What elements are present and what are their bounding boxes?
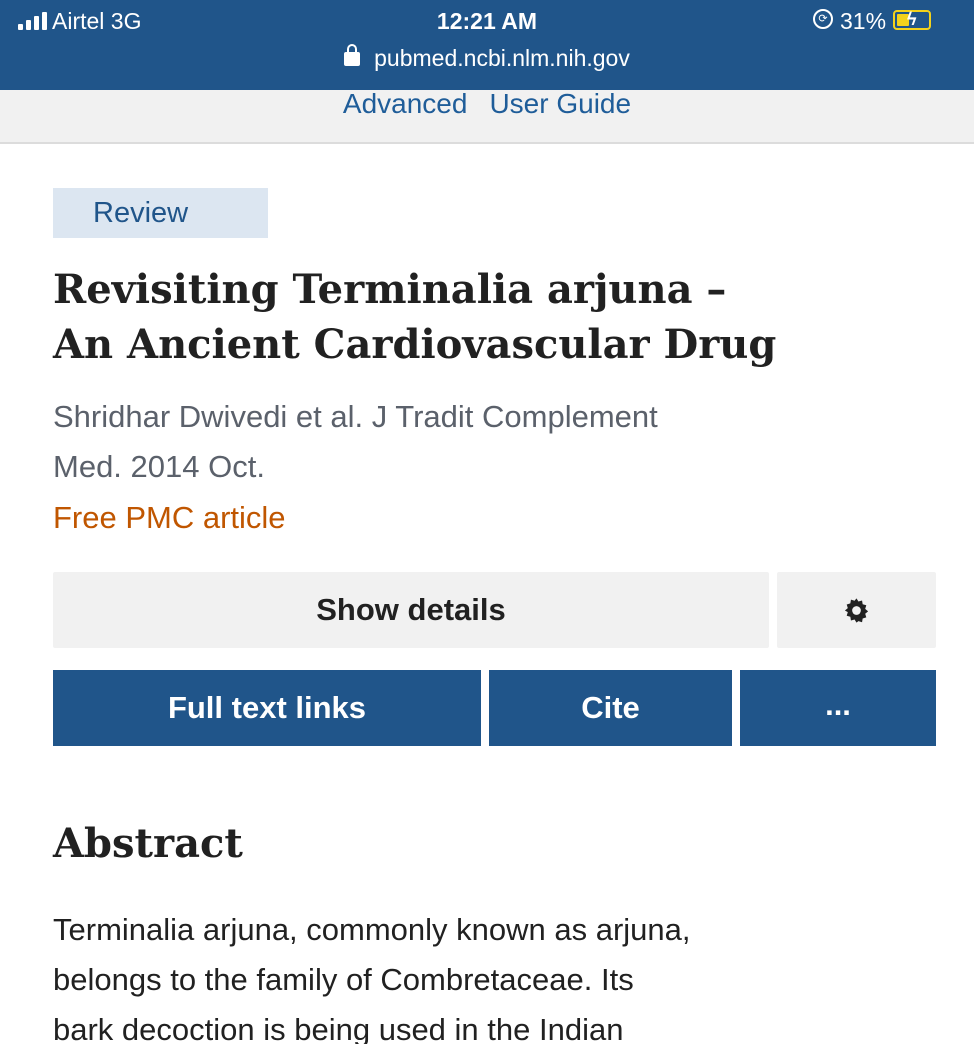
battery-percentage: 31%: [840, 8, 887, 34]
free-pmc-article-label: Free PMC article: [53, 500, 286, 535]
display-options-button[interactable]: [777, 572, 936, 648]
article-citation: Shridhar Dwivedi et al. J Tradit Complem…: [53, 392, 953, 492]
article-title: Revisiting Terminalia arjuna – An Ancien…: [53, 262, 953, 372]
show-details-button[interactable]: Show details: [53, 572, 769, 648]
abstract-text: Terminalia arjuna, commonly known as arj…: [53, 905, 953, 1044]
user-guide-link[interactable]: User Guide: [489, 88, 631, 119]
citation-line: Med. 2014 Oct.: [53, 449, 265, 484]
citation-line: Shridhar Dwivedi et al. J Tradit Complem…: [53, 399, 658, 434]
lock-icon: [344, 44, 361, 66]
rotation-lock-icon: ⟳: [813, 9, 833, 29]
address-bar[interactable]: pubmed.ncbi.nlm.nih.gov: [0, 44, 974, 72]
article-title-line: An Ancient Cardiovascular Drug: [53, 321, 777, 368]
abstract-line: Terminalia arjuna, commonly known as arj…: [53, 912, 691, 947]
url-text: pubmed.ncbi.nlm.nih.gov: [374, 45, 630, 71]
abstract-line: belongs to the family of Combretaceae. I…: [53, 962, 634, 997]
article-title-line: Revisiting Terminalia arjuna –: [53, 266, 727, 313]
more-actions-button[interactable]: ...: [740, 670, 936, 746]
full-text-links-button[interactable]: Full text links: [53, 670, 481, 746]
battery-icon: ϟ: [893, 9, 931, 30]
abstract-heading: Abstract: [53, 820, 243, 867]
top-bar: Airtel 3G 12:21 AM ⟳ 31% ϟ pubmed.ncbi.n…: [0, 0, 974, 90]
status-bar: Airtel 3G 12:21 AM ⟳ 31% ϟ: [0, 8, 974, 38]
advanced-link[interactable]: Advanced: [343, 88, 468, 119]
abstract-line: bark decoction is being used in the Indi…: [53, 1012, 624, 1044]
sub-header: Advanced User Guide: [0, 88, 974, 144]
gear-icon: [844, 598, 869, 623]
cite-button[interactable]: Cite: [489, 670, 732, 746]
article-type-badge: Review: [53, 188, 268, 238]
